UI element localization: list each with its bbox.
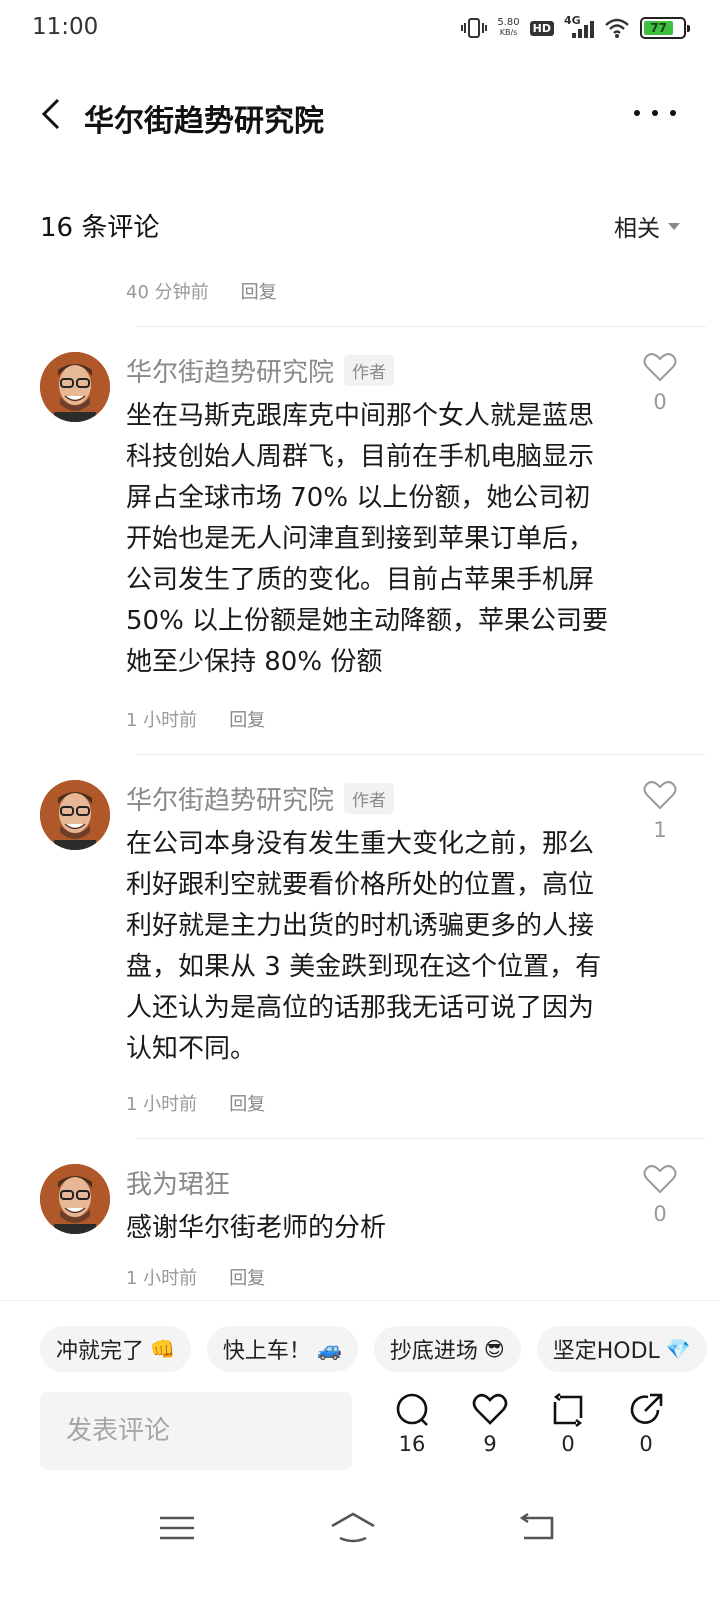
battery-icon: 77 bbox=[640, 17, 690, 39]
like-action[interactable]: 9 bbox=[460, 1392, 520, 1456]
quick-reply-chip[interactable]: 抄底进场 😎 bbox=[373, 1326, 521, 1372]
car-icon: 🚙 bbox=[316, 1337, 342, 1361]
fist-icon: 👊 bbox=[150, 1337, 175, 1361]
repost-action[interactable]: 0 bbox=[538, 1392, 598, 1456]
heart-icon bbox=[472, 1393, 508, 1425]
avatar-face-icon bbox=[40, 780, 110, 850]
net-speed: 5.80 KB/s bbox=[497, 18, 519, 38]
avatar-face-icon bbox=[40, 1164, 110, 1234]
battery-level: 77 bbox=[644, 21, 674, 35]
back-button[interactable] bbox=[34, 94, 74, 134]
divider bbox=[136, 1138, 706, 1139]
sort-label: 相关 bbox=[614, 216, 660, 242]
wifi-icon bbox=[605, 18, 629, 38]
comments-action[interactable]: 16 bbox=[382, 1392, 442, 1456]
comment-author-row: 我为珺狂 bbox=[126, 1164, 230, 1201]
avatar-face-icon bbox=[40, 352, 110, 422]
net-speed-value: 5.80 bbox=[497, 17, 520, 28]
comment-text: 在公司本身没有发生重大变化之前，那么利好跟利空就要看价格所处的位置，高位利好就是… bbox=[126, 829, 602, 1064]
comments-header: 16 条评论 相关 bbox=[40, 205, 680, 245]
comment-author[interactable]: 华尔街趋势研究院 bbox=[126, 780, 334, 817]
hd-badge: HD bbox=[529, 20, 554, 36]
comment-time: 1 小时前 bbox=[126, 1268, 198, 1289]
chip-label: 快上车！ bbox=[222, 1339, 311, 1364]
quick-reply-chip[interactable]: 快上车！ 🚙 bbox=[206, 1326, 358, 1372]
like-count: 0 bbox=[653, 1202, 667, 1226]
net-speed-unit: KB/s bbox=[499, 28, 518, 37]
caret-down-icon bbox=[668, 222, 680, 230]
divider bbox=[136, 326, 706, 327]
chevron-left-icon bbox=[41, 98, 60, 130]
comment-author[interactable]: 我为珺狂 bbox=[126, 1164, 230, 1201]
comments-count: 16 条评论 bbox=[40, 213, 160, 243]
divider bbox=[0, 1300, 720, 1301]
share-icon bbox=[630, 1393, 663, 1424]
system-nav-bar bbox=[0, 1498, 720, 1558]
avatar[interactable] bbox=[40, 1164, 110, 1234]
like-button[interactable]: 0 bbox=[640, 1164, 680, 1226]
comment-input[interactable] bbox=[40, 1392, 352, 1470]
previous-comment-meta: 40 分钟前 回复 bbox=[126, 278, 277, 304]
author-badge: 作者 bbox=[344, 355, 395, 386]
repost-count: 0 bbox=[561, 1432, 575, 1456]
more-dots-icon bbox=[634, 110, 676, 116]
reply-button[interactable]: 回复 bbox=[229, 706, 265, 732]
comment-bubble-icon bbox=[396, 1393, 428, 1426]
author-badge: 作者 bbox=[344, 783, 395, 814]
comment-author-row: 华尔街趋势研究院 作者 bbox=[126, 352, 395, 389]
reply-button[interactable]: 回复 bbox=[229, 1090, 265, 1116]
home-nav-button[interactable] bbox=[328, 1510, 378, 1546]
comment-count: 16 bbox=[398, 1432, 426, 1456]
comment-meta: 1 小时前 回复 bbox=[126, 706, 265, 732]
reply-button[interactable]: 回复 bbox=[229, 1264, 265, 1290]
comment-author[interactable]: 华尔街趋势研究院 bbox=[126, 352, 334, 389]
sunglasses-icon: 😎 bbox=[483, 1337, 505, 1361]
sort-dropdown[interactable]: 相关 bbox=[614, 209, 680, 243]
comment-time: 1 小时前 bbox=[126, 710, 198, 731]
signal-icon: 4G bbox=[564, 14, 594, 39]
quick-reply-bar: 冲就完了 👊 快上车！ 🚙 抄底进场 😎 坚定HODL 💎 bbox=[40, 1326, 720, 1372]
page-title: 华尔街趋势研究院 bbox=[84, 104, 324, 139]
menu-icon bbox=[160, 1516, 194, 1540]
diamond-icon: 💎 bbox=[665, 1337, 691, 1361]
status-icons: 5.80 KB/s HD 4G 77 bbox=[461, 14, 690, 42]
status-time: 11:00 bbox=[32, 14, 99, 40]
divider bbox=[136, 754, 706, 755]
chip-label: 冲就完了 bbox=[56, 1339, 145, 1364]
comment-time: 40 分钟前 bbox=[126, 282, 209, 303]
comment-time: 1 小时前 bbox=[126, 1094, 198, 1115]
status-bar: 11:00 5.80 KB/s HD 4G 77 bbox=[0, 0, 720, 56]
top-header: 华尔街趋势研究院 bbox=[0, 76, 720, 156]
like-button[interactable]: 0 bbox=[640, 352, 680, 414]
back-nav-button[interactable] bbox=[514, 1510, 564, 1546]
like-button[interactable]: 1 bbox=[640, 780, 680, 842]
heart-icon bbox=[643, 1165, 677, 1194]
home-icon bbox=[331, 1512, 375, 1543]
back-arrow-icon bbox=[519, 1513, 554, 1540]
quick-reply-chip[interactable]: 坚定HODL 💎 bbox=[536, 1326, 707, 1372]
comment-meta: 1 小时前 回复 bbox=[126, 1090, 265, 1116]
quick-reply-chip[interactable]: 冲就完了 👊 bbox=[40, 1326, 191, 1372]
vibrate-icon bbox=[461, 18, 488, 38]
like-count: 0 bbox=[653, 390, 667, 414]
menu-nav-button[interactable] bbox=[152, 1510, 202, 1546]
comment-text: 坐在马斯克跟库克中间那个女人就是蓝思科技创始人周群飞，目前在手机电脑显示屏占全球… bbox=[126, 401, 609, 677]
reply-button[interactable]: 回复 bbox=[241, 278, 277, 304]
bottom-action-bar: 16 9 0 0 bbox=[0, 1392, 720, 1482]
chip-label: 抄底进场 bbox=[389, 1339, 478, 1364]
more-button[interactable] bbox=[630, 98, 680, 128]
avatar[interactable] bbox=[40, 780, 110, 850]
heart-icon bbox=[643, 353, 677, 382]
share-action[interactable]: 0 bbox=[616, 1392, 676, 1456]
chip-label: 坚定HODL bbox=[552, 1339, 660, 1364]
comment-meta: 1 小时前 回复 bbox=[126, 1264, 265, 1290]
comment-author-row: 华尔街趋势研究院 作者 bbox=[126, 780, 395, 817]
comment-text: 感谢华尔街老师的分析 bbox=[126, 1213, 387, 1243]
share-count: 0 bbox=[639, 1432, 653, 1456]
avatar[interactable] bbox=[40, 352, 110, 422]
repost-icon bbox=[553, 1393, 583, 1427]
like-count: 9 bbox=[483, 1432, 497, 1456]
heart-icon bbox=[643, 781, 677, 810]
like-count: 1 bbox=[653, 818, 667, 842]
